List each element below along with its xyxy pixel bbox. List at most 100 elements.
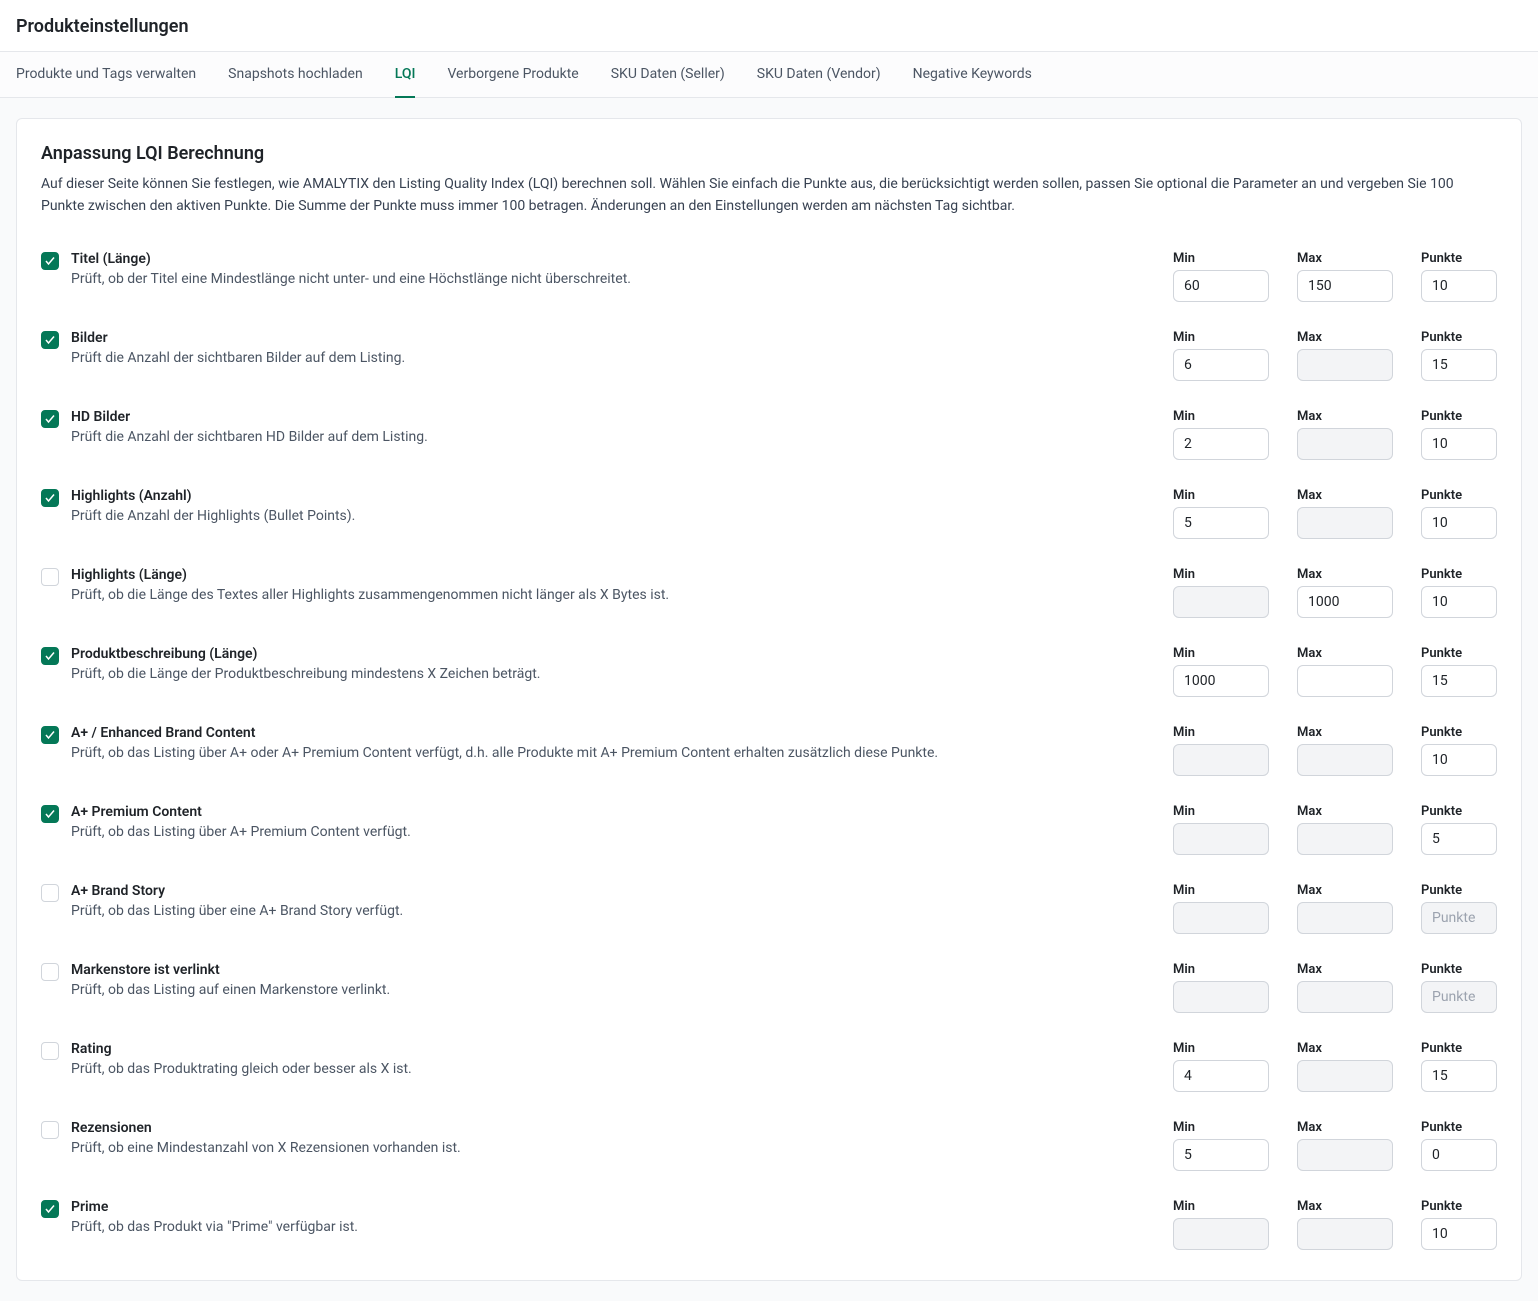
min-label: Min xyxy=(1173,725,1269,740)
setting-checkbox[interactable] xyxy=(41,410,59,428)
lqi-card: Anpassung LQI Berechnung Auf dieser Seit… xyxy=(16,118,1522,1281)
min-input xyxy=(1173,1218,1269,1250)
min-input xyxy=(1173,981,1269,1013)
min-input[interactable] xyxy=(1173,1060,1269,1092)
setting-row: Markenstore ist verlinkt Prüft, ob das Li… xyxy=(41,948,1497,1027)
setting-desc: Prüft, ob das Listing auf einen Markenst… xyxy=(71,982,390,998)
max-label: Max xyxy=(1297,646,1393,661)
tab-4[interactable]: SKU Daten (Seller) xyxy=(611,52,725,98)
punkte-label: Punkte xyxy=(1421,725,1497,740)
setting-desc: Prüft, ob die Länge der Produktbeschreib… xyxy=(71,666,540,682)
max-input xyxy=(1297,1060,1393,1092)
punkte-input[interactable] xyxy=(1421,1060,1497,1092)
punkte-input xyxy=(1421,902,1497,934)
setting-desc: Prüft, ob das Listing über eine A+ Brand… xyxy=(71,903,403,919)
setting-title: A+ Premium Content xyxy=(71,804,411,820)
card-title: Anpassung LQI Berechnung xyxy=(41,143,1497,164)
punkte-input[interactable] xyxy=(1421,1139,1497,1171)
punkte-label: Punkte xyxy=(1421,1120,1497,1135)
max-label: Max xyxy=(1297,1199,1393,1214)
setting-checkbox[interactable] xyxy=(41,1121,59,1139)
punkte-label: Punkte xyxy=(1421,488,1497,503)
setting-desc: Prüft, ob eine Mindestanzahl von X Rezen… xyxy=(71,1140,461,1156)
setting-checkbox[interactable] xyxy=(41,568,59,586)
tab-6[interactable]: Negative Keywords xyxy=(913,52,1032,98)
min-input[interactable] xyxy=(1173,428,1269,460)
setting-row: A+ Premium ContentPrüft, ob das Listing … xyxy=(41,790,1497,869)
tab-1[interactable]: Snapshots hochladen xyxy=(228,52,363,98)
punkte-label: Punkte xyxy=(1421,646,1497,661)
setting-checkbox[interactable] xyxy=(41,1042,59,1060)
setting-checkbox[interactable] xyxy=(41,884,59,902)
max-input[interactable] xyxy=(1297,270,1393,302)
setting-title: Produktbeschreibung (Länge) xyxy=(71,646,540,662)
min-input[interactable] xyxy=(1173,349,1269,381)
max-label: Max xyxy=(1297,567,1393,582)
setting-row: RatingPrüft, ob das Produktrating gleich… xyxy=(41,1027,1497,1106)
min-label: Min xyxy=(1173,646,1269,661)
min-label: Min xyxy=(1173,330,1269,345)
punkte-label: Punkte xyxy=(1421,567,1497,582)
setting-row: Prime Prüft, ob das Produkt via "Prime" v… xyxy=(41,1185,1497,1264)
setting-checkbox[interactable] xyxy=(41,647,59,665)
punkte-input[interactable] xyxy=(1421,586,1497,618)
setting-title: Markenstore ist verlinkt xyxy=(71,962,390,978)
setting-title: Highlights (Länge) xyxy=(71,567,669,583)
setting-title: Titel (Länge) xyxy=(71,251,631,267)
max-label: Max xyxy=(1297,804,1393,819)
punkte-input[interactable] xyxy=(1421,1218,1497,1250)
max-input xyxy=(1297,1139,1393,1171)
setting-row: Titel (Länge) Prüft, ob der Titel eine Mi… xyxy=(41,237,1497,316)
max-input[interactable] xyxy=(1297,586,1393,618)
page-title: Produkteinstellungen xyxy=(0,0,1538,51)
min-label: Min xyxy=(1173,409,1269,424)
setting-row: Produktbeschreibung (Länge) Prüft, ob die… xyxy=(41,632,1497,711)
settings-rows: Titel (Länge) Prüft, ob der Titel eine Mi… xyxy=(41,237,1497,1264)
tab-5[interactable]: SKU Daten (Vendor) xyxy=(757,52,881,98)
setting-checkbox[interactable] xyxy=(41,331,59,349)
setting-desc: Prüft, ob das Listing über A+ oder A+ Pr… xyxy=(71,745,938,761)
setting-checkbox[interactable] xyxy=(41,805,59,823)
setting-title: Bilder xyxy=(71,330,405,346)
max-input[interactable] xyxy=(1297,665,1393,697)
setting-checkbox[interactable] xyxy=(41,489,59,507)
setting-row: A+ Brand StoryPrüft, ob das Listing über… xyxy=(41,869,1497,948)
max-input xyxy=(1297,823,1393,855)
setting-title: Highlights (Anzahl) xyxy=(71,488,355,504)
tab-2[interactable]: LQI xyxy=(395,52,416,98)
punkte-input[interactable] xyxy=(1421,507,1497,539)
min-input[interactable] xyxy=(1173,665,1269,697)
setting-checkbox[interactable] xyxy=(41,963,59,981)
setting-desc: Prüft, ob das Produktrating gleich oder … xyxy=(71,1061,412,1077)
min-label: Min xyxy=(1173,251,1269,266)
max-label: Max xyxy=(1297,330,1393,345)
punkte-input[interactable] xyxy=(1421,349,1497,381)
punkte-label: Punkte xyxy=(1421,962,1497,977)
setting-checkbox[interactable] xyxy=(41,252,59,270)
punkte-input[interactable] xyxy=(1421,744,1497,776)
punkte-input[interactable] xyxy=(1421,823,1497,855)
max-label: Max xyxy=(1297,725,1393,740)
tabs: Produkte und Tags verwalten Snapshots hoc… xyxy=(0,51,1538,98)
setting-checkbox[interactable] xyxy=(41,726,59,744)
punkte-input xyxy=(1421,981,1497,1013)
setting-desc: Prüft, ob der Titel eine Mindestlänge ni… xyxy=(71,271,631,287)
punkte-label: Punkte xyxy=(1421,1041,1497,1056)
min-input xyxy=(1173,744,1269,776)
punkte-input[interactable] xyxy=(1421,665,1497,697)
punkte-input[interactable] xyxy=(1421,270,1497,302)
setting-title: Prime xyxy=(71,1199,358,1215)
setting-desc: Prüft die Anzahl der sichtbaren Bilder a… xyxy=(71,350,405,366)
min-label: Min xyxy=(1173,1199,1269,1214)
min-input[interactable] xyxy=(1173,1139,1269,1171)
setting-desc: Prüft, ob das Produkt via "Prime" verfüg… xyxy=(71,1219,358,1235)
setting-checkbox[interactable] xyxy=(41,1200,59,1218)
setting-desc: Prüft, ob die Länge des Textes aller Hig… xyxy=(71,587,669,603)
min-input xyxy=(1173,902,1269,934)
tab-0[interactable]: Produkte und Tags verwalten xyxy=(16,52,196,98)
punkte-input[interactable] xyxy=(1421,428,1497,460)
min-input[interactable] xyxy=(1173,507,1269,539)
setting-row: Bilder Prüft die Anzahl der sichtbaren Bi… xyxy=(41,316,1497,395)
tab-3[interactable]: Verborgene Produkte xyxy=(447,52,578,98)
min-input[interactable] xyxy=(1173,270,1269,302)
